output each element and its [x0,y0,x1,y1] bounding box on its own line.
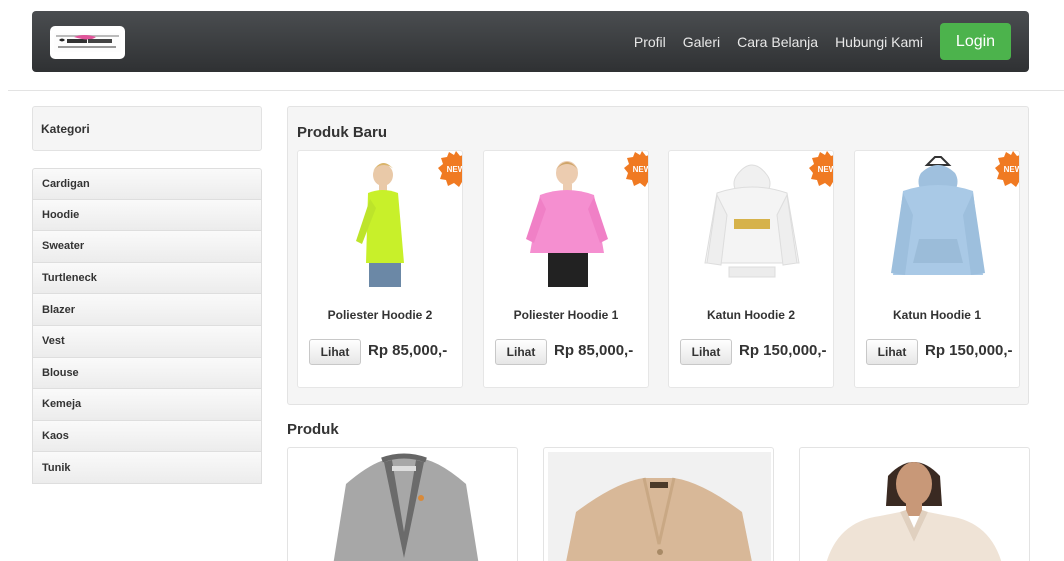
category-item-hoodie[interactable]: Hoodie [32,199,262,232]
view-product-button[interactable]: Lihat [309,339,361,365]
nav-link-cara-belanja[interactable]: Cara Belanja [737,34,818,50]
category-item-blouse[interactable]: Blouse [32,357,262,390]
product-image-blue-hoodie[interactable] [863,153,1013,293]
product-name: Poliester Hoodie 1 [513,308,619,322]
product-color-fill [366,190,404,263]
view-product-button[interactable]: Lihat [495,339,547,365]
login-button[interactable]: Login [940,23,1011,60]
category-item-cardigan[interactable]: Cardigan [32,168,262,200]
product-card[interactable] [543,447,774,561]
badge-text: NEW [447,165,463,174]
store-logo[interactable] [50,26,125,59]
new-badge-icon: NEW [438,151,463,187]
product-name: Katun Hoodie 2 [706,308,795,322]
product-price: Rp 150,000,- [925,342,1013,359]
product-name: Poliester Hoodie 2 [327,308,433,322]
badge-text: NEW [633,165,649,174]
category-item-kemeja[interactable]: Kemeja [32,389,262,421]
product-image-beige-cardigan[interactable] [548,452,771,561]
category-title: Kategori [41,122,90,136]
product-card[interactable] [287,447,518,561]
view-product-button[interactable]: Lihat [866,339,918,365]
product-card[interactable]: NEW Katun Hoodie 1 Lihat Rp 150,000,- [854,150,1020,388]
product-price: Rp 85,000,- [554,342,634,359]
new-badge-icon: NEW [995,151,1020,187]
product-card[interactable] [799,447,1030,561]
category-panel-header: Kategori [32,106,262,151]
new-products-title: Produk Baru [297,124,388,141]
badge-text: NEW [818,165,834,174]
product-image-cream-cardigan-model[interactable] [804,452,1027,561]
category-item-turtleneck[interactable]: Turtleneck [32,262,262,295]
product-image-person-lime-jacket[interactable] [306,153,456,293]
product-name: Katun Hoodie 1 [892,308,981,322]
category-item-tunik[interactable]: Tunik [32,452,262,484]
nav-link-galeri[interactable]: Galeri [683,34,720,50]
product-image-person-pink-jacket[interactable] [492,153,642,293]
category-item-vest[interactable]: Vest [32,325,262,358]
product-card[interactable]: NEW Poliester Hoodie 1 Lihat Rp 85,000,- [483,150,649,388]
category-item-kaos[interactable]: Kaos [32,420,262,453]
new-products-panel: Produk Baru NEW Poliester Hoodie 2 Lihat… [287,106,1029,405]
product-card[interactable]: NEW Katun Hoodie 2 Lihat Rp 150,000,- [668,150,834,388]
product-price: Rp 85,000,- [368,342,448,359]
product-card[interactable]: NEW Poliester Hoodie 2 Lihat Rp 85,000,- [297,150,463,388]
products-title: Produk [287,421,339,438]
badge-text: NEW [1004,165,1020,174]
view-product-button[interactable]: Lihat [680,339,732,365]
nav-link-profil[interactable]: Profil [634,34,666,50]
new-badge-icon: NEW [624,151,649,187]
category-item-sweater[interactable]: Sweater [32,231,262,263]
nav-link-hubungi-kami[interactable]: Hubungi Kami [835,34,923,50]
product-image-grey-cardigan[interactable] [292,452,515,561]
new-badge-icon: NEW [809,151,834,187]
navbar: Profil Galeri Cara Belanja Hubungi Kami … [32,11,1029,72]
category-item-blazer[interactable]: Blazer [32,294,262,326]
product-price: Rp 150,000,- [739,342,827,359]
navbar-divider [8,90,1064,91]
nav-links: Profil Galeri Cara Belanja Hubungi Kami … [634,11,1011,72]
product-image-white-hoodie[interactable] [677,153,827,293]
new-products-row: NEW Poliester Hoodie 2 Lihat Rp 85,000,-… [297,150,1029,388]
category-list: Cardigan Hoodie Sweater Turtleneck Blaze… [32,168,262,484]
